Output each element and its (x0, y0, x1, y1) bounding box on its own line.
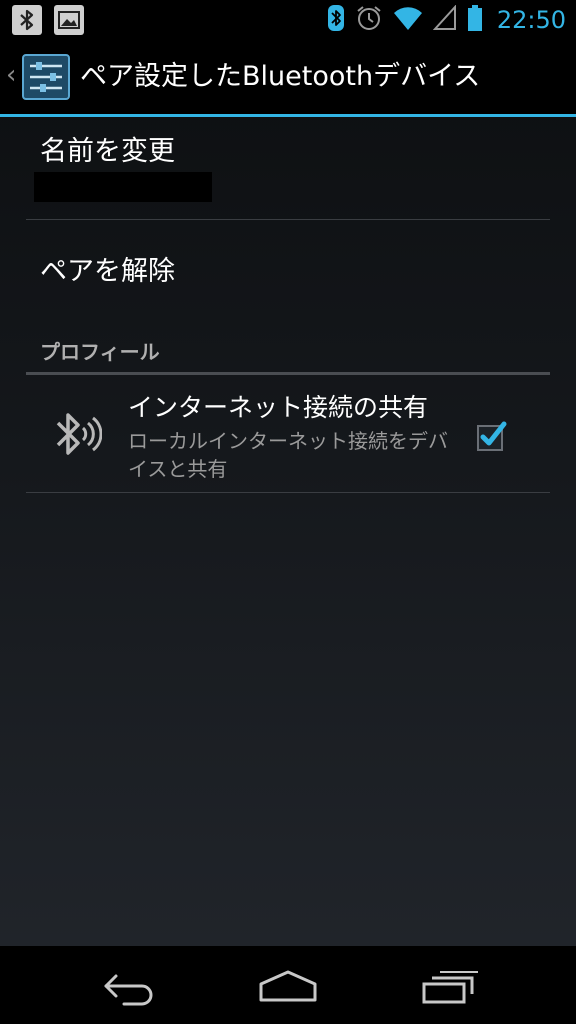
page-title: ペア設定したBluetoothデバイス (80, 61, 481, 92)
bluetooth-icon (327, 4, 345, 36)
profiles-header: プロフィール (40, 340, 160, 364)
wifi-icon (393, 5, 423, 35)
profile-summary: ローカルインターネット接続をデバイスと共有 (128, 429, 448, 481)
unpair-item[interactable]: ペアを解除 (26, 220, 550, 320)
internet-sharing-checkbox[interactable] (476, 420, 507, 451)
back-icon[interactable] (94, 964, 164, 1008)
alarm-icon (355, 4, 383, 36)
signal-icon (432, 4, 457, 35)
battery-icon (467, 4, 483, 36)
bluetooth-notification-icon (12, 5, 42, 35)
divider (26, 492, 550, 493)
profiles-header-divider (26, 372, 550, 375)
action-bar-divider (0, 114, 576, 117)
status-bar: 22:50 (0, 0, 576, 40)
action-bar: ‹ ペア設定したBluetoothデバイス (0, 40, 576, 114)
screen: 22:50 ‹ ペア設定したBluetoothデバイス 名前を変更 ペアを解除 … (0, 0, 576, 1024)
rename-title: 名前を変更 (40, 136, 175, 167)
navigation-bar (0, 946, 576, 1024)
device-name-redacted (34, 172, 212, 202)
up-caret-icon[interactable]: ‹ (6, 62, 16, 88)
rename-item[interactable]: 名前を変更 (26, 118, 550, 218)
recent-apps-icon[interactable] (414, 964, 484, 1008)
image-notification-icon (54, 5, 84, 35)
home-icon[interactable] (253, 964, 323, 1008)
unpair-title: ペアを解除 (40, 256, 175, 287)
bluetooth-pan-icon (52, 408, 103, 462)
profile-title: インターネット接続の共有 (128, 393, 429, 422)
clock: 22:50 (496, 6, 566, 34)
settings-sliders-icon[interactable] (22, 54, 70, 100)
